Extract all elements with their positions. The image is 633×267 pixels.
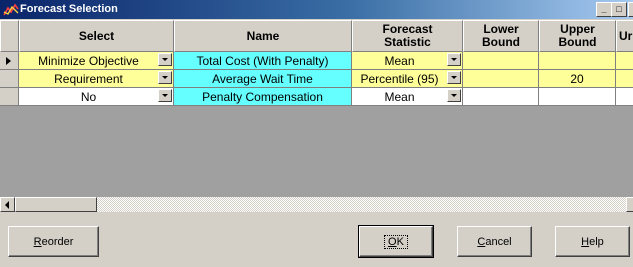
- forecast-name-cell[interactable]: Total Cost (With Penalty): [174, 52, 352, 70]
- scroll-left-arrow-icon[interactable]: [0, 197, 15, 212]
- forecast-name-cell[interactable]: Average Wait Time: [174, 70, 352, 88]
- scrollbar-thumb[interactable]: [15, 197, 97, 212]
- chevron-down-icon[interactable]: [447, 71, 461, 84]
- chevron-down-icon[interactable]: [447, 89, 461, 102]
- select-value: Minimize Objective: [38, 53, 139, 68]
- statistic-value: Percentile (95): [360, 71, 439, 86]
- ok-button[interactable]: OK: [358, 225, 434, 258]
- help-mnemonic: H: [581, 235, 590, 248]
- reorder-mnemonic: R: [33, 235, 42, 248]
- select-combo[interactable]: No: [19, 88, 174, 106]
- select-value: Requirement: [54, 71, 123, 86]
- column-header-units[interactable]: Ur: [616, 20, 633, 52]
- minimize-icon: _: [601, 4, 607, 14]
- forecast-name: Penalty Compensation: [202, 89, 323, 104]
- column-header-label: Ur: [619, 28, 633, 43]
- column-header-forecast-statistic[interactable]: Forecast Statistic: [352, 20, 463, 52]
- row-selector[interactable]: [0, 70, 19, 88]
- units-cell[interactable]: [616, 70, 633, 88]
- lower-bound-cell[interactable]: [463, 52, 539, 70]
- minimize-button[interactable]: _: [596, 2, 612, 17]
- row-selector[interactable]: [0, 88, 19, 106]
- corner-header: [0, 20, 19, 52]
- scroll-right-arrow-icon[interactable]: [626, 197, 633, 212]
- column-header-name[interactable]: Name: [174, 20, 352, 52]
- select-value: No: [80, 89, 97, 104]
- select-combo[interactable]: Requirement: [19, 70, 174, 88]
- statistic-combo[interactable]: Percentile (95): [352, 70, 463, 88]
- units-cell[interactable]: [616, 88, 633, 106]
- forecast-name-cell[interactable]: Penalty Compensation: [174, 88, 352, 106]
- maximize-icon: □: [616, 4, 622, 14]
- upper-bound-value: 20: [570, 71, 584, 86]
- horizontal-scrollbar[interactable]: [0, 197, 633, 212]
- forecast-name: Average Wait Time: [212, 71, 313, 86]
- ok-label: K: [396, 235, 404, 248]
- lower-bound-cell[interactable]: [463, 88, 539, 106]
- reorder-button[interactable]: Reorder: [8, 226, 99, 257]
- upper-bound-cell[interactable]: 20: [539, 70, 616, 88]
- ok-mnemonic: O: [388, 235, 397, 248]
- chevron-down-icon[interactable]: [158, 71, 172, 84]
- forecast-grid: Select Name Forecast Statistic Lower Bou…: [0, 20, 633, 197]
- column-header-label: Name: [246, 28, 280, 43]
- title-bar[interactable]: Forecast Selection _ □ x: [0, 0, 633, 19]
- current-row-arrow-icon: [6, 57, 11, 65]
- column-header-label: Select: [78, 28, 115, 43]
- statistic-combo[interactable]: Mean: [352, 52, 463, 70]
- ok-focus-rect: OK: [384, 234, 408, 249]
- cancel-button[interactable]: Cancel: [457, 226, 532, 257]
- chevron-down-icon[interactable]: [158, 89, 172, 102]
- statistic-value: Mean: [384, 53, 415, 68]
- help-label: elp: [589, 235, 604, 248]
- statistic-value: Mean: [384, 89, 415, 104]
- chevron-down-icon[interactable]: [447, 53, 461, 66]
- column-header-select[interactable]: Select: [19, 20, 174, 52]
- lower-bound-cell[interactable]: [463, 70, 539, 88]
- forecast-selection-window: Forecast Selection _ □ x Select Name For…: [0, 0, 633, 267]
- column-header-label: Upper Bound: [558, 22, 597, 49]
- units-cell[interactable]: [616, 52, 633, 70]
- select-combo[interactable]: Minimize Objective: [19, 52, 174, 70]
- chevron-down-icon[interactable]: [158, 53, 172, 66]
- upper-bound-cell[interactable]: [539, 52, 616, 70]
- column-header-upper-bound[interactable]: Upper Bound: [539, 20, 616, 52]
- column-header-label: Lower Bound: [482, 22, 520, 49]
- statistic-combo[interactable]: Mean: [352, 88, 463, 106]
- column-header-label: Forecast Statistic: [382, 22, 433, 49]
- reorder-label: eorder: [41, 235, 74, 248]
- cancel-mnemonic: C: [477, 235, 486, 248]
- help-button[interactable]: Help: [555, 226, 630, 257]
- upper-bound-cell[interactable]: [539, 88, 616, 106]
- chart-line-icon: [3, 3, 19, 16]
- maximize-button[interactable]: □: [611, 2, 627, 17]
- close-button[interactable]: x: [628, 2, 633, 17]
- row-selector[interactable]: [0, 52, 19, 70]
- column-header-lower-bound[interactable]: Lower Bound: [463, 20, 539, 52]
- window-title: Forecast Selection: [20, 3, 118, 15]
- cancel-label: ancel: [485, 235, 512, 248]
- forecast-name: Total Cost (With Penalty): [196, 53, 329, 68]
